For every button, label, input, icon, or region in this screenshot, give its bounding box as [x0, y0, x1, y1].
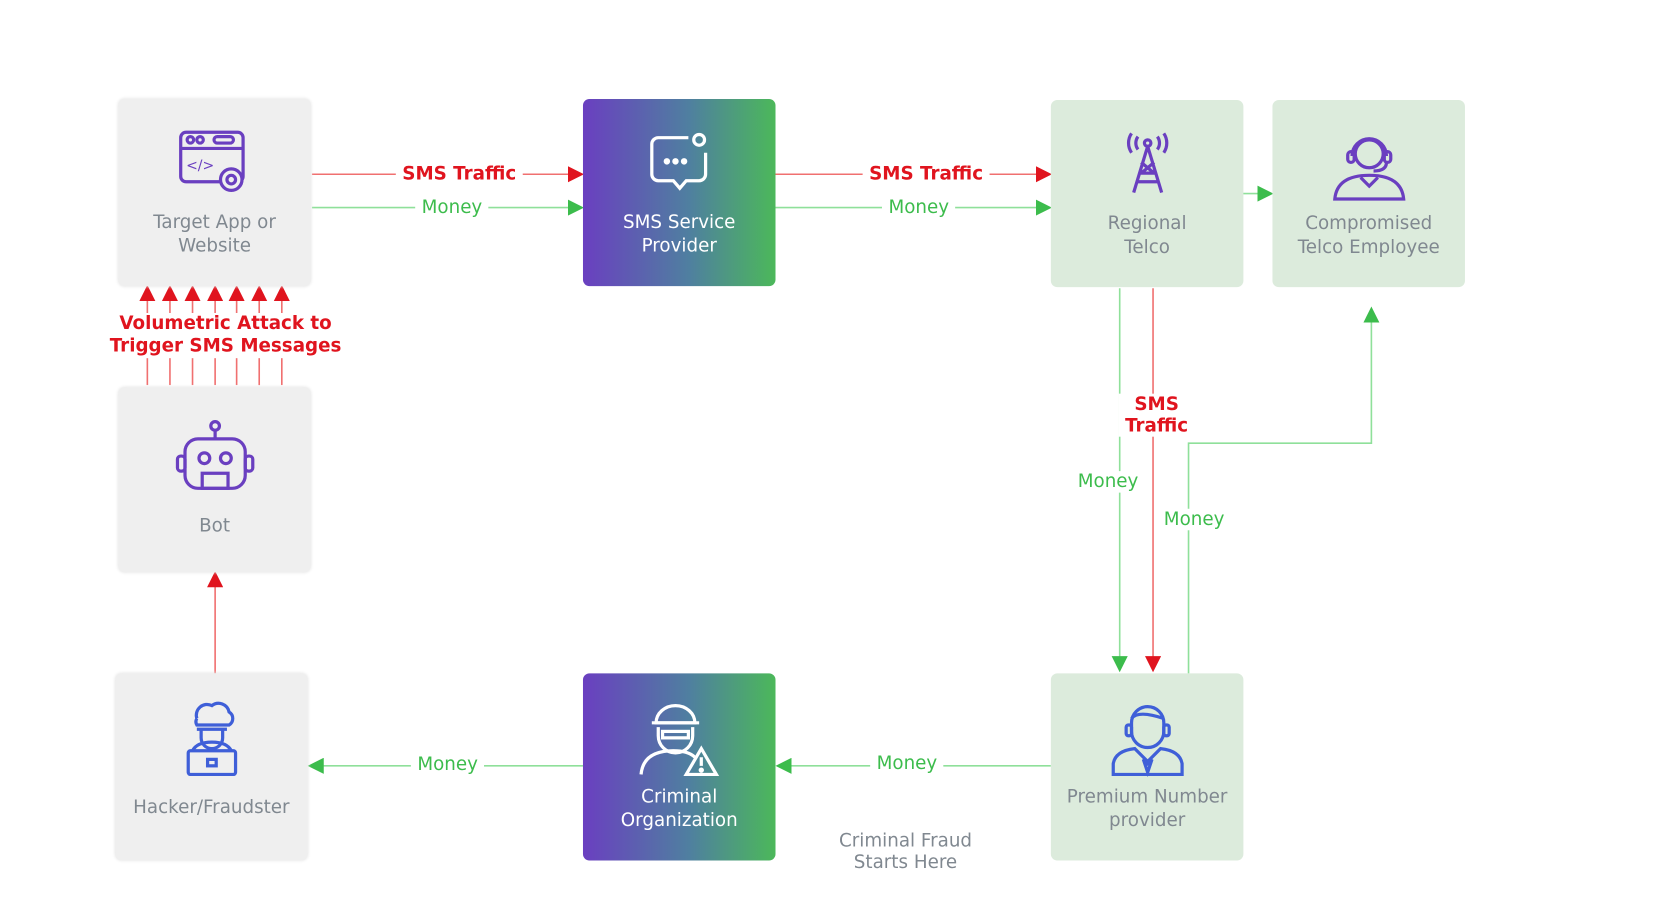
- edge-label-money: Money: [415, 196, 489, 219]
- node-criminal-org: Criminal Organization: [582, 673, 776, 861]
- svg-text:</>: </>: [186, 158, 214, 174]
- node-target-app: </> Target App or Website: [118, 98, 311, 287]
- fraud-start-note: Criminal Fraud Starts Here: [832, 830, 979, 874]
- attack-label: Volumetric Attack to Trigger SMS Message…: [103, 312, 348, 359]
- node-label: Hacker/Fraudster: [133, 797, 290, 819]
- node-label: Bot: [199, 515, 231, 537]
- edge-money-premium-to-employee: [1187, 306, 1380, 674]
- node-label: SMS Service Provider: [623, 211, 736, 258]
- hacker-laptop-icon: [181, 699, 241, 777]
- headset-agent-icon: [1330, 126, 1407, 203]
- masked-criminal-icon: [636, 699, 722, 777]
- fraud-flow-diagram: </> Target App or Website SMS Service Pr…: [0, 0, 1678, 917]
- web-app-gear-icon: </>: [177, 125, 252, 202]
- robot-icon: [174, 417, 256, 494]
- edge-label-money: Money: [1157, 508, 1231, 531]
- chat-bubble-icon: [645, 125, 714, 202]
- node-bot: Bot: [118, 387, 311, 573]
- edge-label-sms-traffic: SMS Traffic: [862, 163, 990, 186]
- edge-label-money: Money: [410, 753, 485, 776]
- node-premium-provider: Premium Number provider: [1050, 673, 1244, 861]
- businessman-icon: [1109, 699, 1184, 777]
- node-label: Premium Number provider: [1066, 786, 1228, 832]
- node-label: Compromised Telco Employee: [1297, 212, 1440, 259]
- node-regional-telco: Regional Telco: [1050, 100, 1244, 288]
- node-compromised-employee: Compromised Telco Employee: [1272, 100, 1465, 288]
- node-label: Regional Telco: [1107, 212, 1187, 259]
- node-label: Target App or Website: [153, 211, 276, 258]
- edge-label-money: Money: [881, 196, 956, 219]
- edge-label-money: Money: [1071, 471, 1145, 493]
- node-label: Criminal Organization: [620, 786, 738, 832]
- cell-tower-icon: [1120, 126, 1174, 203]
- node-hacker: Hacker/Fraudster: [115, 673, 308, 861]
- edge-label-sms-traffic: SMS Traffic: [1118, 393, 1195, 437]
- node-sms-provider: SMS Service Provider: [582, 98, 776, 287]
- edge-label-sms-traffic: SMS Traffic: [395, 163, 523, 186]
- edge-label-money: Money: [870, 752, 944, 775]
